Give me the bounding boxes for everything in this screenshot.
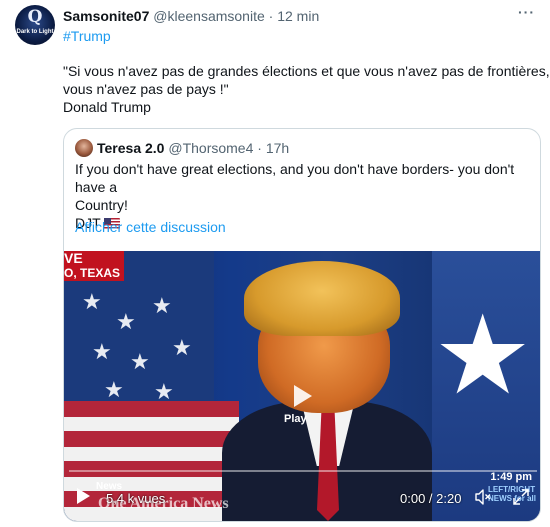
tweet-text: "Si vous n'avez pas de grandes élections…	[63, 62, 550, 116]
author-avatar[interactable]: Q Dark to Light	[15, 5, 55, 45]
avatar-text: Dark to Light	[16, 29, 54, 35]
fullscreen-icon[interactable]	[512, 488, 530, 506]
quoted-tweet-card[interactable]: Teresa 2.0 @Thorsome4 · 17h If you don't…	[63, 128, 541, 522]
quoted-author-handle[interactable]: @Thorsome4	[168, 140, 253, 156]
video-progress-bar[interactable]	[69, 470, 537, 472]
header-separator: ·	[264, 8, 278, 24]
video-timecode: 0:00 / 2:20	[400, 491, 462, 506]
quoted-header-separator: ·	[253, 140, 266, 156]
tweet-text-line: "Si vous n'avez pas de grandes élections…	[63, 63, 550, 79]
quoted-author-avatar[interactable]	[75, 139, 93, 157]
author-name[interactable]: Samsonite07	[63, 8, 149, 24]
quoted-tweet-time[interactable]: 17h	[266, 140, 289, 156]
tweet-time[interactable]: 12 min	[277, 8, 319, 24]
quoted-text-line: If you don't have great elections, and y…	[75, 161, 515, 195]
quoted-author-name[interactable]: Teresa 2.0	[97, 140, 164, 156]
hashtag-link[interactable]: #Trump	[63, 27, 111, 45]
play-icon[interactable]	[74, 487, 92, 505]
video-controls: 5,4 k vues 0:00 / 2:20	[64, 251, 540, 521]
show-thread-link[interactable]: Afficher cette discussion	[75, 218, 226, 236]
tweet-header: Samsonite07 @kleensamsonite · 12 min	[63, 7, 319, 25]
video-player[interactable]: ★ ★ ★ ★ ★ ★ ★ ★ ★ VE O, TEXAS Play 1:49 …	[64, 251, 540, 521]
quoted-tweet-header: Teresa 2.0 @Thorsome4 · 17h	[97, 139, 289, 157]
more-options-icon[interactable]: ···	[518, 4, 535, 20]
tweet-text-line: vous n'avez pas de pays !"	[63, 81, 229, 97]
quoted-text-line: Country!	[75, 197, 128, 213]
view-count: 5,4 k vues	[106, 491, 166, 506]
avatar-letter: Q	[27, 7, 43, 27]
speaker-muted-icon[interactable]	[474, 488, 492, 506]
author-handle[interactable]: @kleensamsonite	[153, 8, 265, 24]
tweet-text-line: Donald Trump	[63, 99, 151, 115]
